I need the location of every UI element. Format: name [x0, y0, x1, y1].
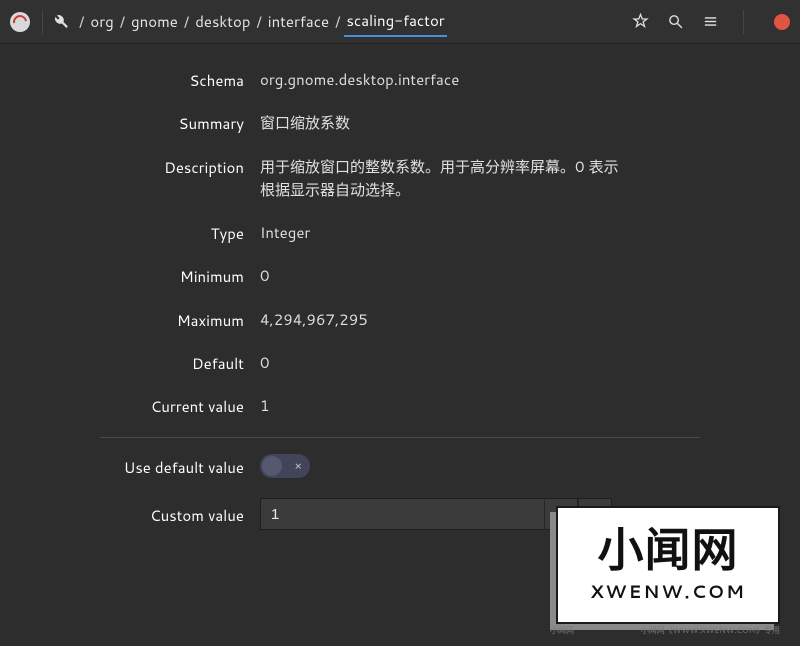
separator	[42, 10, 43, 34]
label-description: Description	[40, 155, 260, 178]
watermark-footer: 小闻网 小闻网《WWW.XWENW.COM》专用	[550, 624, 780, 636]
header-actions	[632, 10, 790, 34]
watermark-text-big: 小闻网	[598, 526, 739, 572]
watermark-foot-left: 小闻网	[550, 624, 574, 636]
row-maximum: Maximum 4,294,967,295	[40, 298, 760, 341]
switch-knob	[262, 456, 282, 476]
crumb-sep: /	[184, 11, 189, 32]
value-summary: 窗口缩放系数	[260, 111, 630, 134]
use-default-switch[interactable]: ×	[260, 454, 310, 478]
label-use-default: Use default value	[40, 455, 260, 478]
value-use-default: ×	[260, 454, 630, 478]
row-schema: Schema org.gnome.desktop.interface	[40, 58, 760, 101]
watermark-foot-right: 小闻网《WWW.XWENW.COM》专用	[641, 624, 780, 636]
label-maximum: Maximum	[40, 308, 260, 331]
dconf-editor-icon[interactable]	[51, 13, 69, 31]
custom-value-input[interactable]	[260, 498, 544, 530]
separator	[743, 10, 744, 34]
crumb-desktop[interactable]: desktop	[193, 7, 252, 36]
crumb-sep: /	[335, 11, 340, 32]
label-custom-value: Custom value	[40, 503, 260, 526]
crumb-sep: /	[79, 11, 84, 32]
watermark: 小闻网 XWENW.COM	[556, 506, 780, 624]
value-maximum: 4,294,967,295	[260, 308, 630, 331]
row-default: Default 0	[40, 341, 760, 384]
row-summary: Summary 窗口缩放系数	[40, 101, 760, 144]
crumb-sep: /	[256, 11, 261, 32]
breadcrumbs: / org / gnome / desktop / interface / sc…	[75, 6, 624, 37]
crumb-gnome[interactable]: gnome	[129, 7, 180, 36]
value-schema: org.gnome.desktop.interface	[260, 68, 630, 91]
label-default: Default	[40, 351, 260, 374]
crumb-scaling-factor[interactable]: scaling-factor	[344, 6, 446, 37]
crumb-org[interactable]: org	[88, 7, 115, 36]
value-type: Integer	[260, 221, 630, 244]
watermark-text-small: XWENW.COM	[590, 578, 746, 604]
app-icon	[10, 12, 30, 32]
value-current-value: 1	[260, 394, 630, 417]
switch-off-icon: ×	[294, 460, 302, 472]
headerbar: / org / gnome / desktop / interface / sc…	[0, 0, 800, 44]
crumb-interface[interactable]: interface	[266, 7, 331, 36]
bookmark-button[interactable]	[632, 13, 649, 30]
label-current-value: Current value	[40, 394, 260, 417]
label-type: Type	[40, 221, 260, 244]
menu-button[interactable]	[702, 13, 719, 30]
row-type: Type Integer	[40, 211, 760, 254]
label-schema: Schema	[40, 68, 260, 91]
row-current-value: Current value 1	[40, 384, 760, 427]
divider	[100, 437, 700, 438]
window-close-button[interactable]	[774, 14, 790, 30]
value-minimum: 0	[260, 264, 630, 287]
crumb-sep: /	[120, 11, 125, 32]
search-button[interactable]	[667, 13, 684, 30]
key-details: Schema org.gnome.desktop.interface Summa…	[0, 44, 800, 540]
value-description: 用于缩放窗口的整数系数。用于高分辨率屏幕。0 表示根据显示器自动选择。	[260, 155, 630, 202]
label-summary: Summary	[40, 111, 260, 134]
row-use-default: Use default value ×	[40, 444, 760, 488]
row-description: Description 用于缩放窗口的整数系数。用于高分辨率屏幕。0 表示根据显…	[40, 145, 760, 212]
label-minimum: Minimum	[40, 264, 260, 287]
row-minimum: Minimum 0	[40, 254, 760, 297]
value-default: 0	[260, 351, 630, 374]
